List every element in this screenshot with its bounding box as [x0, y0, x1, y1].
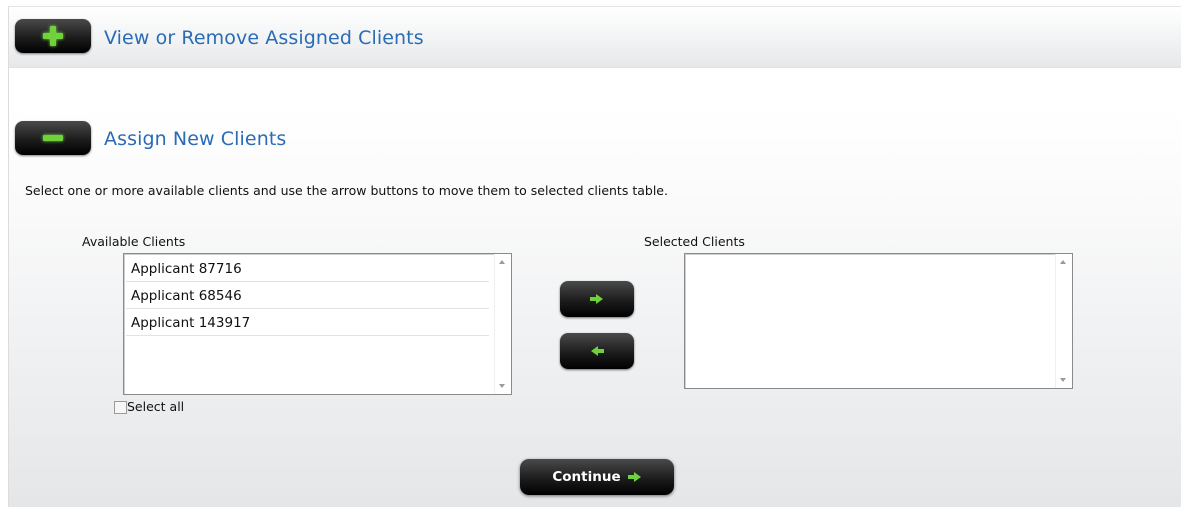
list-item[interactable]: Applicant 143917	[126, 310, 489, 336]
list-item[interactable]: Applicant 68546	[126, 283, 489, 309]
move-to-available-button[interactable]	[560, 333, 634, 369]
continue-label: Continue	[552, 469, 621, 485]
section-title-assign-new: Assign New Clients	[104, 128, 287, 150]
instructions-text: Select one or more available clients and…	[25, 183, 668, 198]
scroll-up-icon[interactable]	[499, 260, 505, 264]
plus-icon	[43, 26, 63, 46]
selected-clients-list[interactable]	[684, 253, 1073, 389]
expand-view-remove-button[interactable]	[15, 19, 91, 53]
selected-list-scrollbar[interactable]	[1055, 254, 1072, 388]
available-clients-label: Available Clients	[82, 234, 186, 249]
minus-icon	[43, 128, 63, 148]
section-header-view-remove: View or Remove Assigned Clients	[9, 7, 1181, 68]
select-all-checkbox[interactable]	[114, 401, 127, 414]
scroll-down-icon[interactable]	[1060, 378, 1066, 382]
list-item[interactable]: Applicant 87716	[126, 256, 489, 282]
move-to-selected-button[interactable]	[560, 281, 634, 317]
arrow-right-icon	[590, 294, 604, 304]
collapse-assign-new-button[interactable]	[15, 121, 91, 155]
arrow-right-icon	[627, 472, 642, 482]
main-panel: View or Remove Assigned Clients Assign N…	[8, 6, 1181, 507]
scroll-up-icon[interactable]	[1060, 260, 1066, 264]
available-list-scrollbar[interactable]	[494, 254, 511, 394]
select-all-label: Select all	[127, 399, 185, 414]
scroll-down-icon[interactable]	[499, 384, 505, 388]
selected-clients-label: Selected Clients	[644, 234, 745, 249]
available-clients-list[interactable]: Applicant 87716 Applicant 68546 Applican…	[123, 253, 512, 395]
arrow-left-icon	[590, 346, 604, 356]
continue-button[interactable]: Continue	[520, 459, 674, 495]
section-title-view-remove: View or Remove Assigned Clients	[104, 27, 424, 49]
